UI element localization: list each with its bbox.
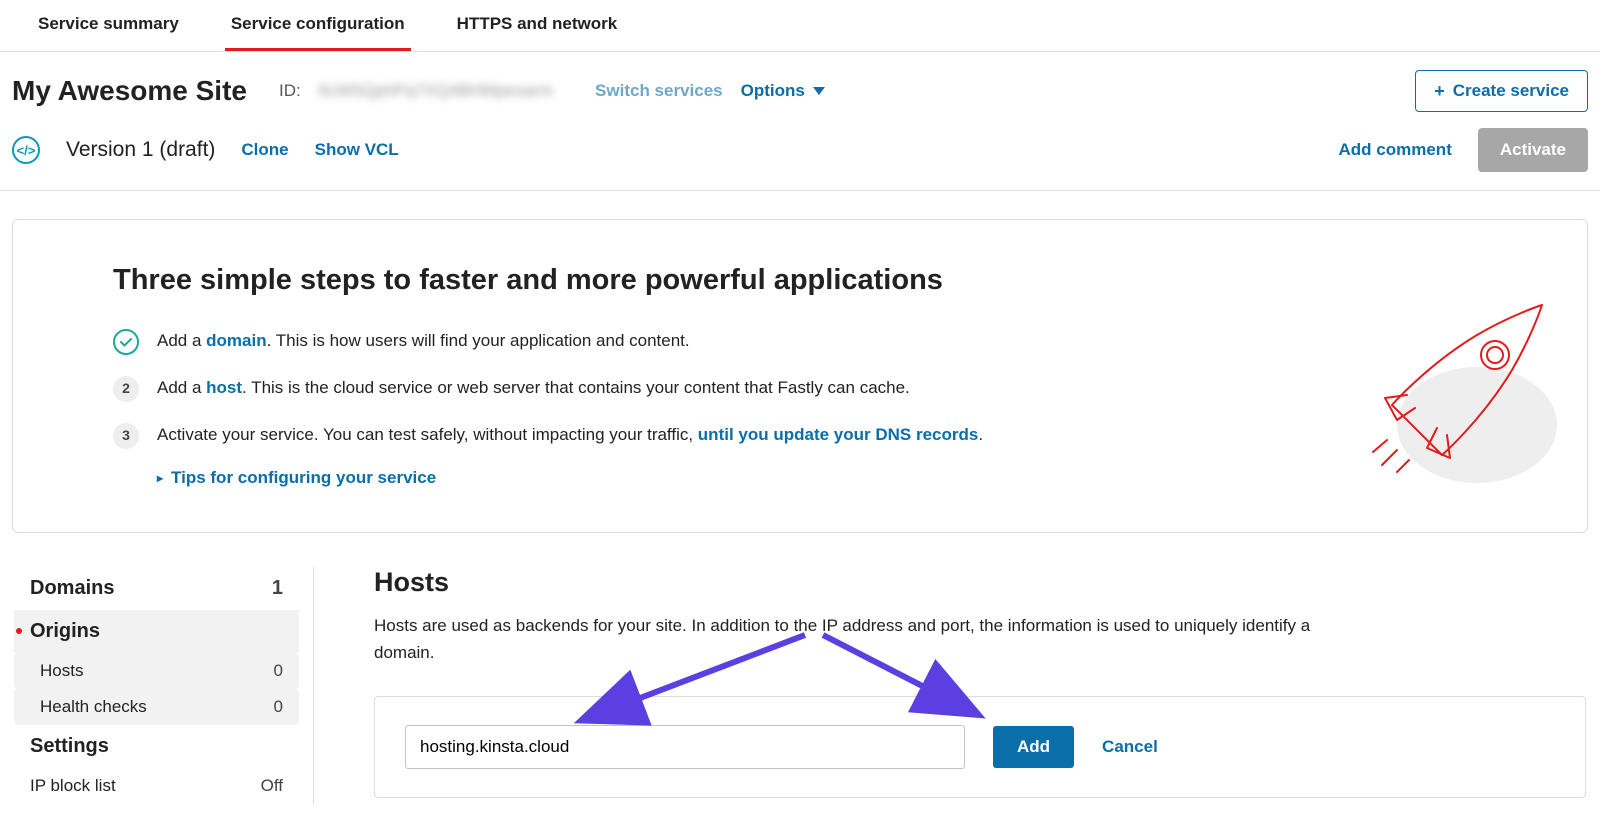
sidebar-hosts[interactable]: Hosts 0 — [14, 653, 299, 689]
step-badge-3: 3 — [113, 423, 139, 449]
tips-label: Tips for configuring your service — [171, 468, 436, 488]
version-icon: </> — [12, 136, 40, 164]
service-id-value: 6cW5QphPq7XQ4BHMpesarm — [319, 81, 553, 101]
sidebar-domains-count: 1 — [272, 577, 283, 600]
show-vcl-link[interactable]: Show VCL — [315, 140, 399, 160]
sidebar-hosts-count: 0 — [274, 661, 283, 681]
rocket-illustration — [1347, 280, 1567, 500]
sidebar-ipblock-value: Off — [261, 776, 283, 796]
service-header: My Awesome Site ID: 6cW5QphPq7XQ4BHMpesa… — [0, 52, 1600, 122]
sidebar-health-count: 0 — [274, 697, 283, 717]
tab-service-configuration[interactable]: Service configuration — [225, 0, 411, 51]
tab-https-network[interactable]: HTTPS and network — [451, 0, 624, 51]
version-row: </> Version 1 (draft) Clone Show VCL Add… — [0, 122, 1600, 191]
sidebar-settings-label: Settings — [30, 735, 109, 758]
cancel-link[interactable]: Cancel — [1102, 737, 1158, 757]
create-service-button[interactable]: + Create service — [1415, 70, 1588, 112]
step-badge-2: 2 — [113, 376, 139, 402]
version-label: Version 1 (draft) — [66, 138, 215, 162]
step3-text-pre: Activate your service. You can test safe… — [157, 425, 698, 444]
sidebar-domains-label: Domains — [30, 577, 114, 600]
step3-text-post: . — [978, 425, 983, 444]
sidebar-origins[interactable]: Origins — [14, 610, 299, 653]
options-label: Options — [741, 81, 805, 101]
onboarding-step-2: 2 Add a host. This is the cloud service … — [113, 374, 1487, 403]
step2-host-link[interactable]: host — [206, 378, 242, 397]
tab-bar: Service summary Service configuration HT… — [0, 0, 1600, 52]
host-input[interactable] — [405, 725, 965, 769]
plus-icon: + — [1434, 82, 1445, 100]
onboarding-card: Three simple steps to faster and more po… — [12, 219, 1588, 533]
switch-services-link[interactable]: Switch services — [595, 81, 723, 101]
main-split: Domains 1 Origins Hosts 0 Health checks … — [0, 533, 1600, 804]
sidebar: Domains 1 Origins Hosts 0 Health checks … — [14, 567, 314, 804]
hosts-description: Hosts are used as backends for your site… — [374, 612, 1334, 666]
sidebar-health-label: Health checks — [40, 697, 147, 717]
content-panel: Hosts Hosts are used as backends for you… — [314, 567, 1586, 804]
service-name: My Awesome Site — [12, 75, 247, 107]
step2-text-pre: Add a — [157, 378, 206, 397]
onboarding-step-1: Add a domain. This is how users will fin… — [113, 327, 1487, 356]
sidebar-domains[interactable]: Domains 1 — [14, 567, 299, 610]
onboarding-heading: Three simple steps to faster and more po… — [113, 264, 1487, 297]
sidebar-origins-group: Origins Hosts 0 Health checks 0 — [14, 610, 299, 725]
sidebar-ip-block-list[interactable]: IP block list Off — [14, 768, 299, 804]
step1-text-post: . This is how users will find your appli… — [267, 331, 690, 350]
tips-link[interactable]: ▸ Tips for configuring your service — [157, 468, 1487, 488]
step3-dns-link[interactable]: until you update your DNS records — [698, 425, 979, 444]
onboarding-step-3: 3 Activate your service. You can test sa… — [113, 421, 1487, 450]
triangle-right-icon: ▸ — [157, 471, 163, 485]
hosts-heading: Hosts — [374, 567, 1586, 598]
step1-text-pre: Add a — [157, 331, 206, 350]
sidebar-hosts-label: Hosts — [40, 661, 83, 681]
service-id-label: ID: — [279, 81, 301, 101]
tab-service-summary[interactable]: Service summary — [32, 0, 185, 51]
step-badge-done-icon — [113, 329, 139, 355]
add-comment-link[interactable]: Add comment — [1339, 140, 1452, 160]
step1-domain-link[interactable]: domain — [206, 331, 266, 350]
step2-text-post: . This is the cloud service or web serve… — [242, 378, 910, 397]
clone-link[interactable]: Clone — [241, 140, 288, 160]
chevron-down-icon — [813, 87, 825, 95]
add-button[interactable]: Add — [993, 726, 1074, 768]
sidebar-ipblock-label: IP block list — [30, 776, 116, 796]
create-service-label: Create service — [1453, 81, 1569, 101]
options-dropdown[interactable]: Options — [741, 81, 825, 101]
host-form: Add Cancel — [374, 696, 1586, 798]
sidebar-origins-label: Origins — [30, 620, 100, 643]
sidebar-settings[interactable]: Settings — [14, 725, 299, 768]
sidebar-health-checks[interactable]: Health checks 0 — [14, 689, 299, 725]
activate-button[interactable]: Activate — [1478, 128, 1588, 172]
